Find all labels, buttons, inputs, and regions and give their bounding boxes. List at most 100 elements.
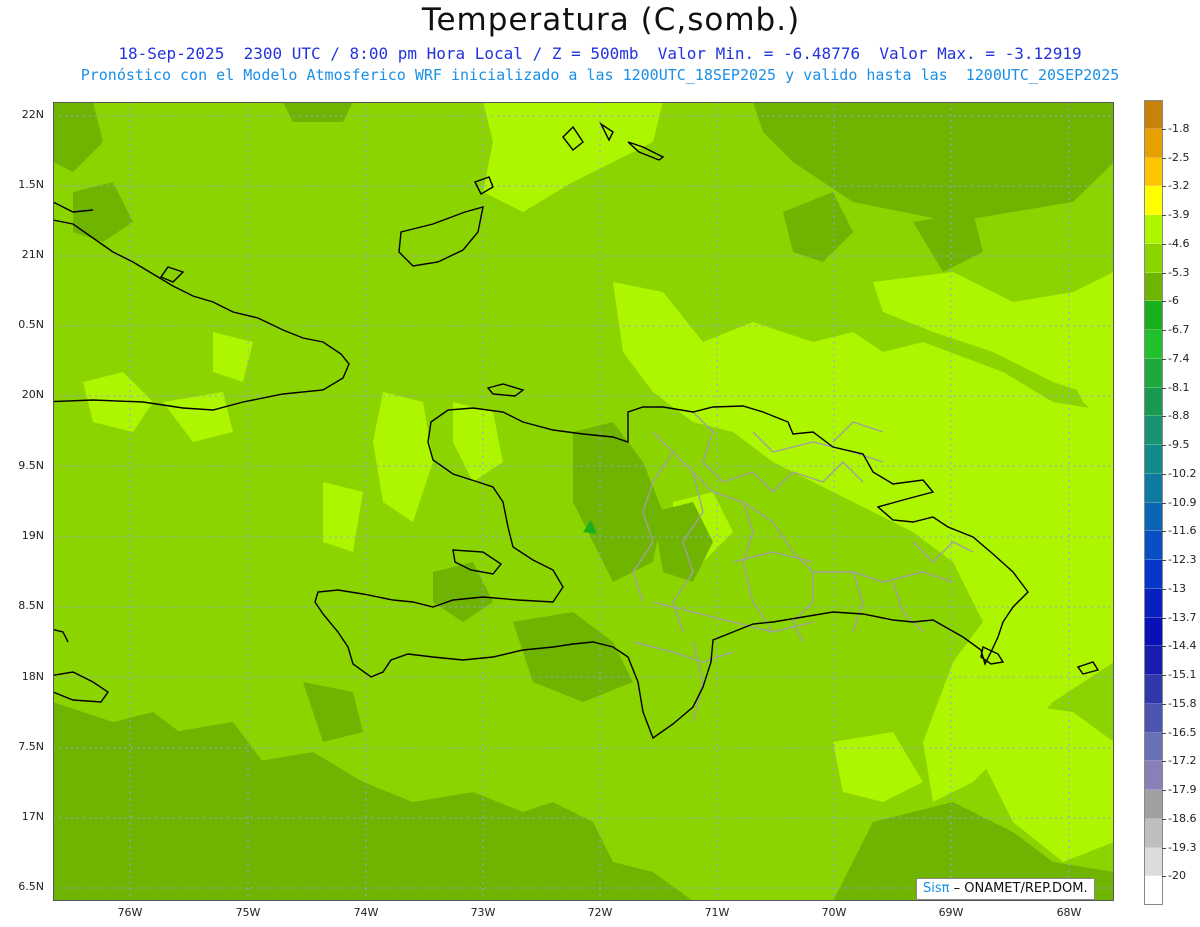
color-scale-cell bbox=[1145, 761, 1162, 790]
lon-label: 75W bbox=[235, 906, 261, 919]
lat-label: 8.5N bbox=[18, 599, 44, 612]
color-scale-cell bbox=[1145, 157, 1162, 187]
lon-label: 71W bbox=[704, 906, 730, 919]
color-scale-tick bbox=[1162, 531, 1166, 533]
color-scale-label: -19.3 bbox=[1168, 840, 1197, 854]
temperature-map bbox=[53, 102, 1114, 901]
color-scale-tick bbox=[1162, 790, 1166, 791]
color-scale-tick bbox=[1162, 358, 1166, 360]
color-scale-tick bbox=[1162, 675, 1166, 676]
color-scale-tick bbox=[1162, 473, 1166, 475]
lon-label: 72W bbox=[587, 906, 613, 919]
color-scale-tick bbox=[1162, 387, 1166, 389]
color-scale-label: -17.2 bbox=[1168, 754, 1197, 768]
color-scale-label: -7.4 bbox=[1168, 351, 1190, 365]
color-scale-cell bbox=[1145, 215, 1162, 244]
credit-box: Sisπ – ONAMET/REP.DOM. bbox=[916, 878, 1095, 900]
color-scale-tick bbox=[1162, 617, 1166, 619]
lat-label: 22N bbox=[21, 108, 44, 121]
color-scale-label: -18.6 bbox=[1168, 811, 1197, 825]
color-scale-cell bbox=[1145, 186, 1162, 215]
color-scale-cell bbox=[1145, 790, 1162, 819]
lat-label: 19N bbox=[21, 529, 44, 542]
forecast-info-line: 18-Sep-2025 2300 UTC / 8:00 pm Hora Loca… bbox=[118, 44, 1082, 63]
color-scale-label: -13.7 bbox=[1168, 610, 1197, 624]
color-scale-tick bbox=[1162, 703, 1166, 705]
color-scale-tick bbox=[1162, 876, 1166, 878]
color-scale-label: -10.9 bbox=[1168, 495, 1197, 509]
color-scale-cell bbox=[1145, 732, 1162, 762]
lon-label: 74W bbox=[353, 906, 379, 919]
color-scale-tick bbox=[1162, 646, 1166, 648]
color-scale-label: -3.9 bbox=[1168, 208, 1190, 221]
lat-label: 20N bbox=[21, 388, 44, 401]
color-scale-cell bbox=[1145, 560, 1162, 589]
color-scale-label: -3.2 bbox=[1168, 179, 1190, 193]
color-scale-label: -15.1 bbox=[1168, 668, 1197, 681]
color-scale-cell bbox=[1145, 502, 1162, 532]
lat-label: 9.5N bbox=[18, 459, 44, 472]
color-scale-label: -20 bbox=[1168, 869, 1186, 883]
color-scale-tick bbox=[1162, 186, 1166, 188]
color-scale-cell bbox=[1145, 473, 1162, 503]
color-scale-tick bbox=[1162, 847, 1166, 849]
color-scale-label: -12.3 bbox=[1168, 553, 1197, 566]
color-scale-cell bbox=[1145, 387, 1162, 417]
color-scale-tick bbox=[1162, 445, 1166, 446]
color-scale-tick bbox=[1162, 588, 1166, 590]
lon-label: 73W bbox=[470, 906, 496, 919]
model-info-line: Pronóstico con el Modelo Atmosferico WRF… bbox=[80, 66, 1120, 84]
color-scale-cell bbox=[1145, 272, 1162, 302]
color-scale-cell bbox=[1145, 876, 1162, 905]
color-scale-label: -17.9 bbox=[1168, 783, 1197, 796]
color-scale-label: -6.7 bbox=[1168, 323, 1190, 336]
color-scale-cell bbox=[1145, 617, 1162, 647]
lon-label: 68W bbox=[1056, 906, 1082, 919]
lat-label: 18N bbox=[21, 670, 44, 683]
color-scale-cell bbox=[1145, 847, 1162, 877]
color-scale-cell bbox=[1145, 675, 1162, 704]
color-scale-cell bbox=[1145, 416, 1162, 445]
color-scale-tick bbox=[1162, 560, 1166, 561]
color-scale-tick bbox=[1162, 272, 1166, 274]
lat-label: 6.5N bbox=[18, 880, 44, 893]
color-scale-label: -1.8 bbox=[1168, 121, 1190, 135]
credit-text: – ONAMET/REP.DOM. bbox=[949, 881, 1088, 896]
color-scale-tick bbox=[1162, 215, 1166, 216]
color-scale-cell bbox=[1145, 128, 1162, 158]
color-scale-label: -14.4 bbox=[1168, 639, 1197, 653]
lat-label: 0.5N bbox=[18, 318, 44, 331]
color-scale-tick bbox=[1162, 157, 1166, 159]
color-scale-tick bbox=[1162, 818, 1166, 820]
color-scale-cell bbox=[1145, 588, 1162, 618]
color-scale-tick bbox=[1162, 128, 1166, 130]
color-scale-label: -11.6 bbox=[1168, 524, 1197, 538]
color-scale-cell bbox=[1145, 531, 1162, 560]
color-scale-tick bbox=[1162, 301, 1166, 303]
lat-label: 17N bbox=[21, 810, 44, 823]
color-scale-bar bbox=[1145, 100, 1162, 905]
color-scale-cell bbox=[1145, 818, 1162, 848]
lat-label: 21N bbox=[21, 248, 44, 261]
lon-label: 76W bbox=[117, 906, 143, 919]
color-scale-label: -13 bbox=[1168, 581, 1186, 595]
map-title: Temperatura (C,somb.) bbox=[421, 2, 801, 38]
color-scale-tick bbox=[1162, 761, 1166, 763]
color-scale-label: -8.1 bbox=[1168, 380, 1190, 394]
color-scale-tick bbox=[1162, 732, 1166, 734]
lon-label: 69W bbox=[938, 906, 964, 919]
lat-label: 7.5N bbox=[18, 740, 44, 753]
color-scale-tick bbox=[1162, 330, 1166, 331]
color-scale-label: -5.3 bbox=[1168, 265, 1190, 279]
color-scale-cell bbox=[1145, 330, 1162, 359]
color-scale-label: -2.5 bbox=[1168, 150, 1190, 164]
map-canvas bbox=[53, 102, 1114, 901]
color-scale-label: -10.2 bbox=[1168, 466, 1197, 480]
color-scale-cell bbox=[1145, 358, 1162, 388]
color-scale-tick bbox=[1162, 416, 1166, 418]
color-scale-label: -4.6 bbox=[1168, 236, 1190, 250]
color-scale-cell bbox=[1145, 445, 1162, 474]
lon-label: 70W bbox=[821, 906, 847, 919]
color-scale-label: -6 bbox=[1168, 294, 1179, 308]
color-scale-cell bbox=[1145, 100, 1162, 129]
